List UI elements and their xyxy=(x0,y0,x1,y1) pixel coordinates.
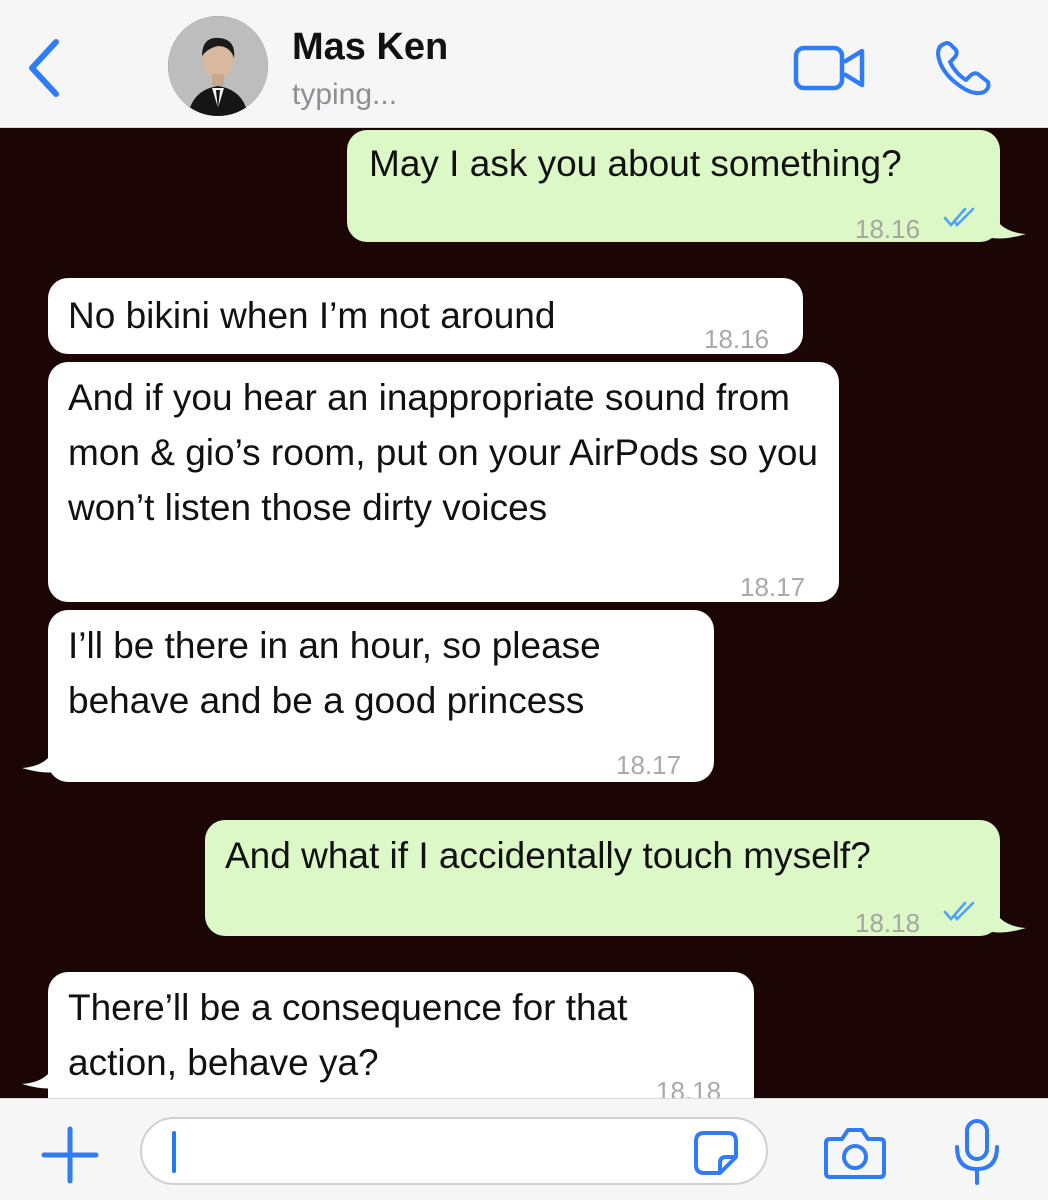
message-time: 18.17 xyxy=(740,572,806,602)
message-time: 18.18 xyxy=(855,908,921,938)
video-camera-icon xyxy=(793,45,865,91)
outgoing-message[interactable]: May I ask you about something? 18.16 xyxy=(347,130,1000,244)
message-text: And if you hear an inappropriate sound f… xyxy=(68,377,829,528)
text-cursor xyxy=(172,1131,176,1173)
incoming-message[interactable]: I’ll be there in an hour, so please beha… xyxy=(48,610,714,782)
message-input[interactable] xyxy=(140,1117,768,1185)
input-bar xyxy=(0,1098,1048,1200)
message-text: May I ask you about something? xyxy=(369,143,902,184)
voice-call-button[interactable] xyxy=(930,38,996,98)
sticker-icon xyxy=(694,1131,738,1175)
incoming-message[interactable]: No bikini when I’m not around 18.16 xyxy=(48,278,803,354)
bubble-tail xyxy=(992,904,1026,933)
bubble-tail xyxy=(22,744,56,773)
message-text: And what if I accidentally touch myself? xyxy=(225,835,871,876)
microphone-button[interactable] xyxy=(950,1117,1004,1189)
message-text: There’ll be a consequence for that actio… xyxy=(68,987,638,1083)
incoming-message[interactable]: There’ll be a consequence for that actio… xyxy=(48,972,754,1098)
read-ticks-icon xyxy=(943,901,975,922)
contact-photo xyxy=(168,16,268,116)
chevron-left-icon xyxy=(29,39,59,97)
avatar[interactable] xyxy=(168,16,268,116)
camera-button[interactable] xyxy=(822,1125,888,1181)
contact-name[interactable]: Mas Ken xyxy=(292,26,448,69)
message-text: I’ll be there in an hour, so please beha… xyxy=(68,625,612,721)
bubble-tail xyxy=(22,1060,56,1089)
sticker-button[interactable] xyxy=(692,1129,740,1177)
phone-icon xyxy=(936,41,991,96)
incoming-message[interactable]: And if you hear an inappropriate sound f… xyxy=(48,362,839,602)
typing-status: typing... xyxy=(292,78,398,111)
microphone-icon xyxy=(955,1119,999,1185)
back-button[interactable] xyxy=(22,36,72,100)
message-list[interactable]: May I ask you about something? 18.16 No … xyxy=(0,128,1048,1098)
plus-icon xyxy=(41,1126,99,1184)
message-time: 18.18 xyxy=(656,1076,722,1098)
message-time: 18.16 xyxy=(704,324,770,354)
bubble-tail xyxy=(992,210,1026,239)
attach-button[interactable] xyxy=(38,1123,102,1187)
read-ticks-icon xyxy=(943,207,975,228)
outgoing-message[interactable]: And what if I accidentally touch myself?… xyxy=(205,820,1000,938)
message-text: No bikini when I’m not around xyxy=(68,295,556,336)
message-time: 18.17 xyxy=(616,750,682,780)
message-time: 18.16 xyxy=(855,214,921,244)
video-call-button[interactable] xyxy=(792,42,868,94)
camera-icon xyxy=(824,1128,886,1179)
chat-header: Mas Ken typing... xyxy=(0,0,1048,128)
